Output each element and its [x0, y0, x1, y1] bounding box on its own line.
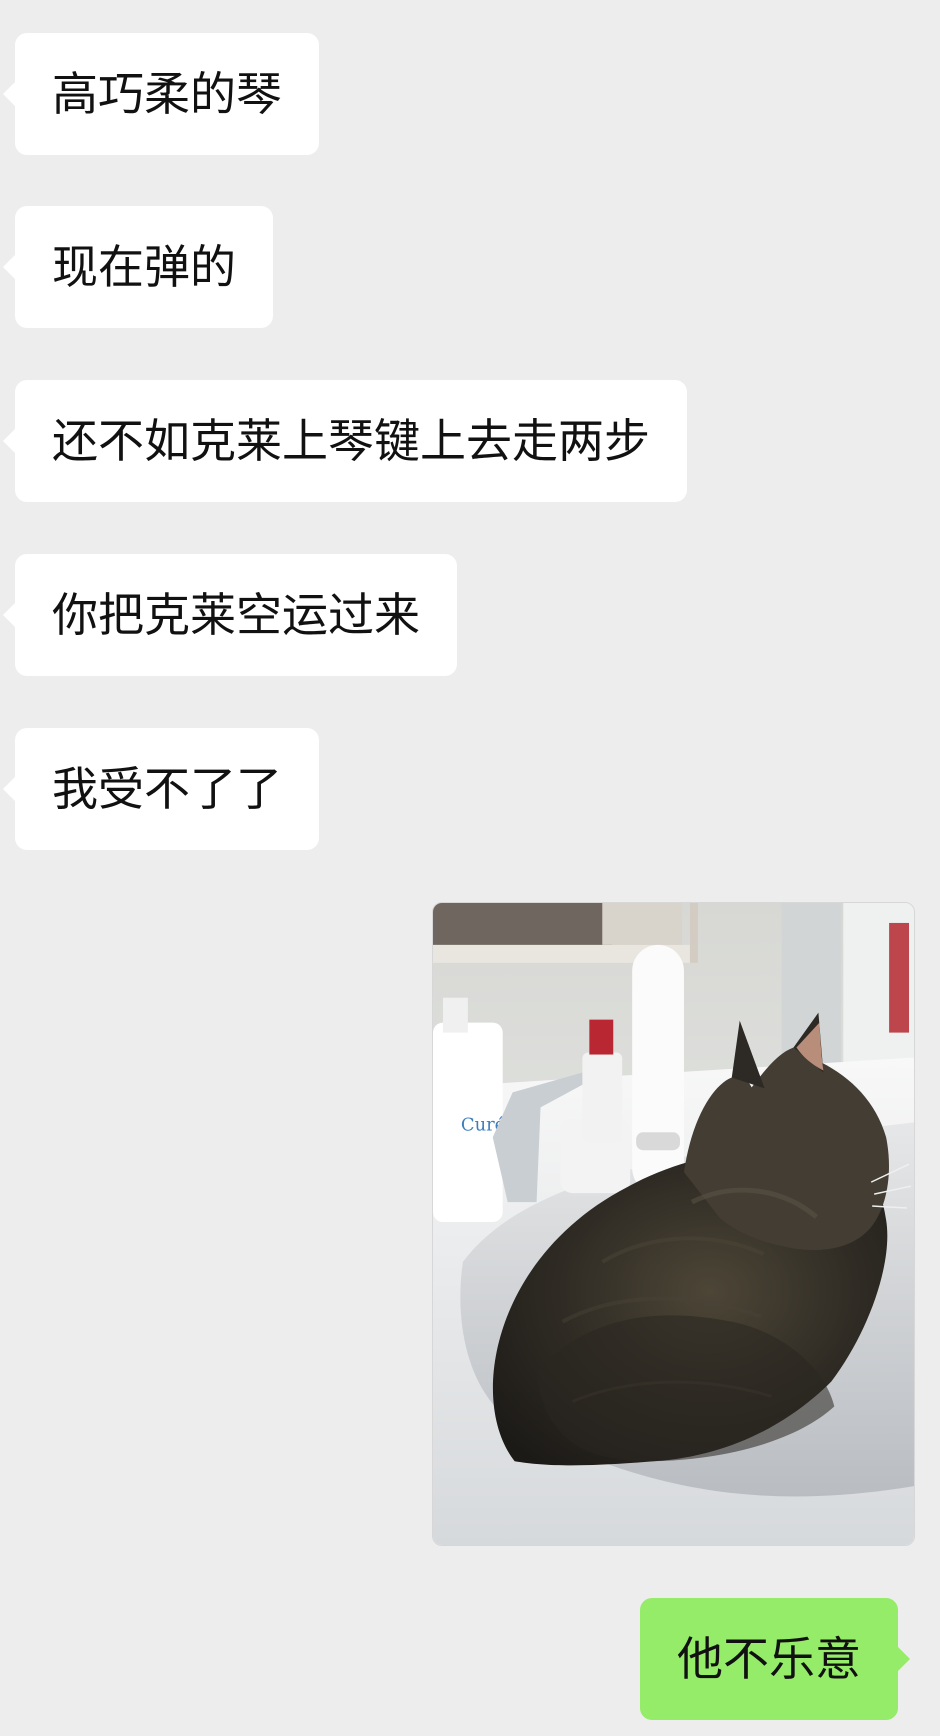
incoming-message-bubble[interactable]: 现在弹的 — [15, 206, 273, 328]
incoming-message-bubble[interactable]: 高巧柔的琴 — [15, 33, 319, 155]
outgoing-message-bubble[interactable]: 他不乐意 — [640, 1598, 898, 1720]
cat-in-sink-photo[interactable]: Curél — [433, 903, 914, 1545]
incoming-message-bubble[interactable]: 还不如克莱上琴键上去走两步 — [15, 380, 687, 502]
incoming-message-bubble[interactable]: 你把克莱空运过来 — [15, 554, 457, 676]
incoming-message-bubble[interactable]: 我受不了了 — [15, 728, 319, 850]
outgoing-image-message[interactable]: Curél — [432, 902, 915, 1546]
